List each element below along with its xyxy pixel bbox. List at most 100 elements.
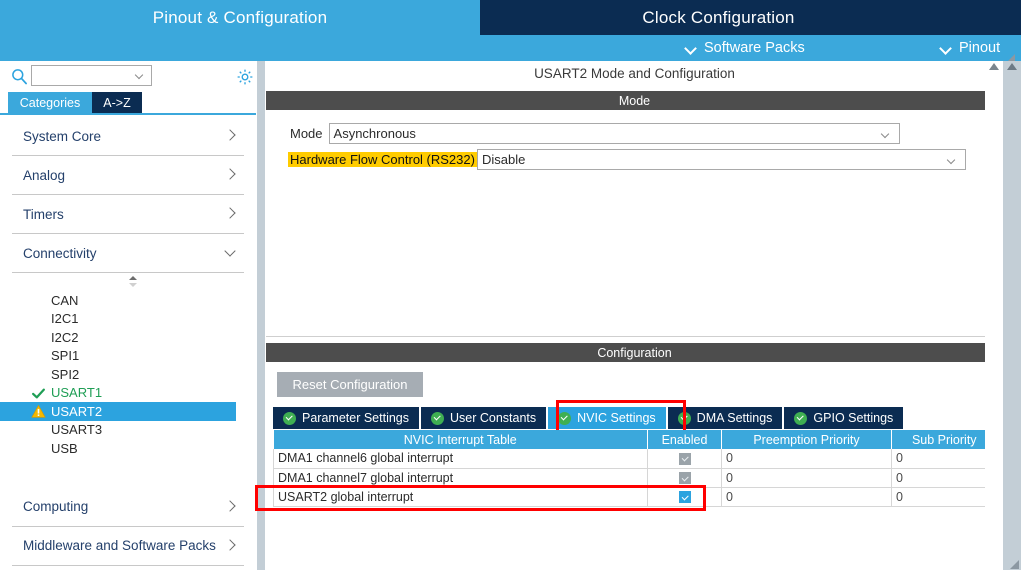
stm32cubemx-window: Pinout & Configuration Clock Configurati… bbox=[0, 0, 1021, 570]
sidebar-item-usart1[interactable]: USART1 bbox=[0, 384, 256, 403]
inner-vertical-scrollbar[interactable] bbox=[985, 61, 1003, 570]
sidebar-tabs-underline bbox=[0, 113, 256, 115]
scroll-up-down-icon bbox=[129, 276, 137, 287]
panel-splitter[interactable] bbox=[256, 61, 266, 570]
tab-clock-configuration[interactable]: Clock Configuration bbox=[482, 0, 955, 35]
mode-section-header: Mode bbox=[266, 91, 1003, 110]
chevron-right-icon bbox=[225, 501, 236, 512]
column-header-sub-priority[interactable]: Sub Priority bbox=[891, 430, 997, 449]
sidebar-item-can[interactable]: CAN bbox=[0, 291, 256, 310]
chevron-down-icon bbox=[941, 43, 952, 54]
sidebar-item-usart2[interactable]: USART2 bbox=[0, 402, 236, 421]
check-circle-icon bbox=[558, 411, 572, 425]
tab-dma-settings[interactable]: DMA Settings bbox=[667, 407, 783, 429]
menu-pinout[interactable]: Pinout bbox=[941, 35, 1000, 61]
peripheral-scroll-nub[interactable] bbox=[0, 273, 256, 291]
chevron-down-icon bbox=[882, 131, 891, 140]
tab-extra[interactable] bbox=[957, 0, 1021, 35]
search-input[interactable] bbox=[31, 65, 152, 86]
cell-enabled[interactable] bbox=[647, 468, 722, 488]
chevron-down-icon bbox=[686, 43, 697, 54]
sidebar-group-middleware[interactable]: Middleware and Software Packs bbox=[12, 527, 244, 566]
secondary-menu-bar: Software Packs Pinout bbox=[0, 35, 1021, 61]
reset-configuration-button[interactable]: Reset Configuration bbox=[277, 372, 423, 397]
tab-clock-configuration-label: Clock Configuration bbox=[642, 7, 795, 27]
tab-a-to-z[interactable]: A->Z bbox=[92, 92, 142, 113]
sidebar-view-tabs: Categories A->Z bbox=[0, 92, 256, 113]
configuration-section-header-label: Configuration bbox=[597, 345, 672, 360]
sidebar-item-usart3[interactable]: USART3 bbox=[0, 421, 256, 440]
cell-enabled[interactable] bbox=[647, 487, 722, 507]
cell-sub-priority[interactable]: 0 bbox=[891, 449, 997, 469]
column-header-interrupt[interactable]: NVIC Interrupt Table bbox=[273, 430, 648, 449]
cell-preemption-priority[interactable]: 0 bbox=[721, 487, 892, 507]
cell-preemption-priority[interactable]: 0 bbox=[721, 449, 892, 469]
sidebar-group-system-core-label: System Core bbox=[23, 128, 102, 144]
peripheral-sidebar: Categories A->Z System Core Analog Timer… bbox=[0, 61, 256, 570]
sidebar-group-system-core[interactable]: System Core bbox=[12, 117, 244, 156]
tab-pinout-and-configuration[interactable]: Pinout & Configuration bbox=[0, 0, 480, 35]
sidebar-item-spi1[interactable]: SPI1 bbox=[0, 347, 256, 366]
sidebar-group-timers[interactable]: Timers bbox=[12, 195, 244, 234]
menu-software-packs[interactable]: Software Packs bbox=[686, 35, 805, 61]
sidebar-search-row bbox=[0, 63, 256, 91]
nvic-interrupt-table: NVIC Interrupt Table Enabled Preemption … bbox=[273, 430, 997, 507]
cell-preemption-priority[interactable]: 0 bbox=[721, 468, 892, 488]
cell-sub-priority[interactable]: 0 bbox=[891, 468, 997, 488]
hardware-flow-control-select[interactable]: Disable bbox=[476, 149, 966, 170]
configuration-panel: USART2 Mode and Configuration Mode Mode … bbox=[255, 61, 1003, 570]
field-row-hardware-flow-control: Hardware Flow Control (RS232) Disable bbox=[266, 149, 966, 170]
check-icon bbox=[32, 388, 45, 398]
window-vertical-scrollbar[interactable] bbox=[1003, 61, 1021, 570]
sidebar-group-timers-label: Timers bbox=[23, 206, 64, 222]
cell-enabled[interactable] bbox=[647, 449, 722, 469]
table-row[interactable]: DMA1 channel7 global interrupt 0 0 bbox=[273, 468, 997, 488]
sidebar-group-connectivity[interactable]: Connectivity bbox=[12, 234, 244, 273]
sidebar-group-analog-label: Analog bbox=[23, 167, 66, 183]
table-row[interactable]: DMA1 channel6 global interrupt 0 0 bbox=[273, 449, 997, 469]
sidebar-item-spi2-label: SPI2 bbox=[51, 366, 80, 382]
column-header-enabled[interactable]: Enabled bbox=[647, 430, 722, 449]
tab-user-constants[interactable]: User Constants bbox=[421, 407, 547, 429]
table-row[interactable]: USART2 global interrupt 0 0 bbox=[273, 487, 997, 507]
sidebar-group-computing[interactable]: Computing bbox=[12, 488, 244, 527]
sidebar-group-analog[interactable]: Analog bbox=[12, 156, 244, 195]
column-header-preemption-priority[interactable]: Preemption Priority bbox=[721, 430, 892, 449]
tab-categories-label: Categories bbox=[19, 95, 81, 110]
chevron-right-icon bbox=[225, 130, 236, 141]
scroll-up-icon[interactable] bbox=[989, 63, 999, 70]
tab-nvic-settings[interactable]: NVIC Settings bbox=[548, 407, 666, 429]
chevron-right-icon bbox=[225, 208, 236, 219]
tab-user-constants-label: User Constants bbox=[450, 411, 537, 425]
sidebar-item-i2c2-label: I2C2 bbox=[51, 329, 79, 345]
scroll-up-icon[interactable] bbox=[1007, 63, 1017, 70]
checkbox-enabled-disabled bbox=[678, 472, 691, 485]
configuration-tabstrip: Parameter Settings User Constants NVIC S… bbox=[273, 407, 904, 429]
chevron-down-icon bbox=[948, 157, 957, 166]
window-resize-grip[interactable] bbox=[1010, 560, 1019, 569]
tab-gpio-settings-label: GPIO Settings bbox=[813, 411, 894, 425]
chevron-down-icon bbox=[225, 247, 236, 258]
mode-select-value: Asynchronous bbox=[333, 126, 416, 141]
sidebar-item-usb[interactable]: USB bbox=[0, 439, 256, 458]
mode-section-header-label: Mode bbox=[618, 93, 651, 108]
gear-icon[interactable] bbox=[236, 68, 254, 86]
check-circle-icon bbox=[431, 411, 444, 425]
mode-select[interactable]: Asynchronous bbox=[328, 123, 900, 144]
sidebar-item-i2c2[interactable]: I2C2 bbox=[0, 328, 256, 347]
tab-categories[interactable]: Categories bbox=[8, 92, 92, 113]
cell-interrupt-name: DMA1 channel7 global interrupt bbox=[273, 468, 648, 488]
cell-sub-priority[interactable]: 0 bbox=[891, 487, 997, 507]
hardware-flow-control-label: Hardware Flow Control (RS232) bbox=[288, 152, 477, 167]
chevron-right-icon bbox=[225, 540, 236, 551]
mode-section-body: Mode Asynchronous Hardware Flow Control … bbox=[266, 110, 1003, 337]
tab-gpio-settings[interactable]: GPIO Settings bbox=[784, 407, 904, 429]
sidebar-item-spi2[interactable]: SPI2 bbox=[0, 365, 256, 384]
sidebar-item-i2c1[interactable]: I2C1 bbox=[0, 310, 256, 329]
chevron-down-icon[interactable] bbox=[136, 72, 145, 81]
checkbox-enabled-checked[interactable] bbox=[678, 491, 691, 504]
menu-software-packs-label: Software Packs bbox=[704, 40, 805, 56]
sidebar-item-can-label: CAN bbox=[51, 292, 79, 308]
sidebar-item-i2c1-label: I2C1 bbox=[51, 311, 79, 327]
tab-parameter-settings[interactable]: Parameter Settings bbox=[273, 407, 419, 429]
